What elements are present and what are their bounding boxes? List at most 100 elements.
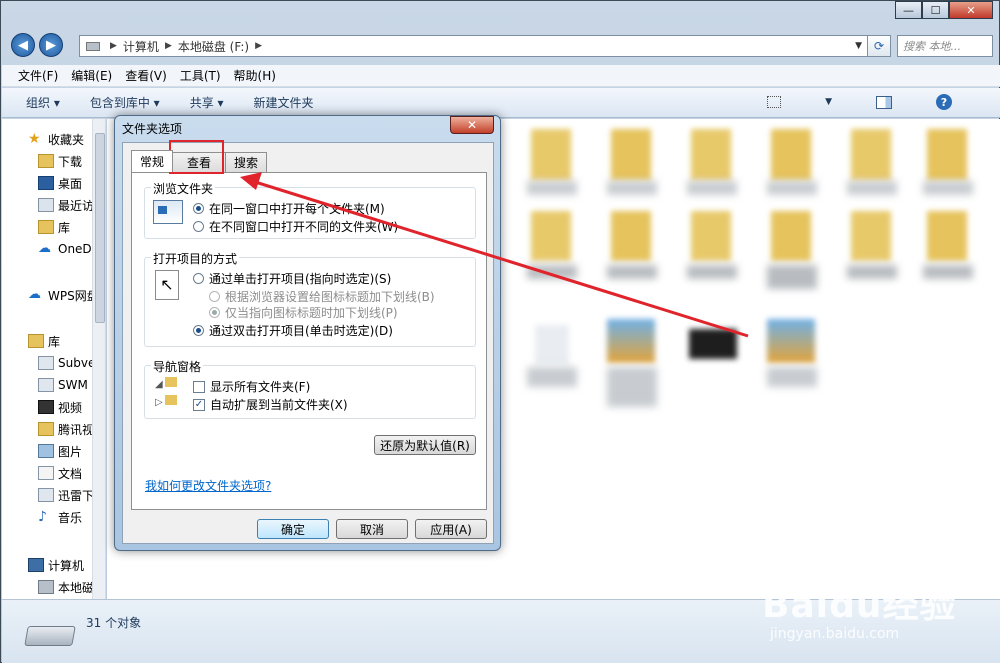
breadcrumb-computer[interactable]: 计算机 bbox=[123, 38, 159, 55]
radio-icon bbox=[193, 273, 204, 284]
folder-icon[interactable] bbox=[531, 211, 571, 261]
item-label bbox=[687, 181, 737, 195]
open-items-label: 打开项目的方式 bbox=[151, 250, 240, 267]
folder-icon bbox=[38, 154, 54, 168]
folder-icon[interactable] bbox=[927, 211, 967, 261]
address-row: ◀ ▶ ▶ 计算机 ▶ 本地磁盘 (F:) ▶ ▼ ⟳ 搜索 本地... bbox=[9, 33, 993, 59]
dropdown-icon[interactable]: ▼ bbox=[855, 41, 862, 51]
item-label bbox=[527, 367, 577, 387]
video-icon bbox=[38, 400, 54, 414]
item-label bbox=[527, 181, 577, 195]
folder-icon[interactable] bbox=[691, 211, 731, 261]
image-thumbnail[interactable] bbox=[607, 319, 655, 363]
help-link[interactable]: 我如何更改文件夹选项? bbox=[145, 477, 271, 494]
picture-icon bbox=[38, 444, 54, 458]
radio-icon bbox=[193, 221, 204, 232]
restore-defaults-button[interactable]: 还原为默认值(R) bbox=[374, 435, 476, 455]
folder-icon[interactable] bbox=[771, 211, 811, 261]
chevron-down-icon[interactable]: ▼ bbox=[825, 97, 832, 107]
dialog-title: 文件夹选项 bbox=[122, 122, 183, 136]
menu-tools[interactable]: 工具(T) bbox=[180, 67, 221, 84]
minimize-button[interactable]: — bbox=[895, 1, 922, 19]
drive-icon bbox=[24, 626, 76, 646]
dialog-close-button[interactable]: ✕ bbox=[450, 116, 494, 134]
document-icon bbox=[38, 466, 54, 480]
folder-icon[interactable] bbox=[611, 211, 651, 261]
show-all-folders-checkbox[interactable]: 显示所有文件夹(F) bbox=[193, 378, 310, 395]
menu-edit[interactable]: 编辑(E) bbox=[71, 67, 112, 84]
item-label bbox=[847, 265, 897, 279]
navigation-pane-group: 导航窗格 ◢ ▷ 显示所有文件夹(F) ✓ 自动扩展到当前文件夹(X) bbox=[144, 358, 476, 419]
scrollbar-thumb[interactable] bbox=[95, 133, 105, 323]
image-thumbnail[interactable] bbox=[767, 319, 815, 363]
new-folder-button[interactable]: 新建文件夹 bbox=[254, 94, 314, 111]
cursor-click-icon: ↖ bbox=[155, 270, 179, 300]
sidebar-scrollbar[interactable] bbox=[92, 119, 105, 599]
cancel-button[interactable]: 取消 bbox=[336, 519, 408, 539]
view-options-icon[interactable] bbox=[767, 96, 782, 108]
organize-button[interactable]: 组织 ▾ bbox=[26, 94, 60, 111]
navigation-pane-label: 导航窗格 bbox=[151, 358, 204, 375]
address-bar[interactable]: ▶ 计算机 ▶ 本地磁盘 (F:) ▶ ▼ bbox=[79, 35, 869, 57]
forward-button[interactable]: ▶ bbox=[39, 33, 63, 57]
auto-expand-checkbox[interactable]: ✓ 自动扩展到当前文件夹(X) bbox=[193, 396, 348, 413]
apply-button[interactable]: 应用(A) bbox=[415, 519, 487, 539]
radio-icon bbox=[209, 291, 220, 302]
underline-browser-radio[interactable]: 根据浏览器设置给图标标题加下划线(B) bbox=[209, 288, 435, 305]
open-new-window-radio[interactable]: 在不同窗口中打开不同的文件夹(W) bbox=[193, 218, 398, 235]
menu-view[interactable]: 查看(V) bbox=[125, 67, 167, 84]
menu-help[interactable]: 帮助(H) bbox=[234, 67, 276, 84]
ok-button[interactable]: 确定 bbox=[257, 519, 329, 539]
tab-general[interactable]: 常规 bbox=[131, 150, 174, 172]
search-input[interactable]: 搜索 本地... bbox=[897, 35, 993, 57]
help-icon[interactable]: ? bbox=[936, 94, 952, 110]
maximize-button[interactable]: ☐ bbox=[922, 1, 949, 19]
browse-folders-icon bbox=[153, 200, 183, 224]
watermark-logo: Baidu经验 bbox=[762, 585, 957, 626]
drive-icon bbox=[38, 580, 54, 594]
checkbox-checked-icon: ✓ bbox=[193, 398, 205, 411]
chevron-right-icon: ▶ bbox=[110, 41, 117, 51]
library-icon bbox=[38, 378, 54, 392]
back-button[interactable]: ◀ bbox=[11, 33, 35, 57]
underline-point-radio[interactable]: 仅当指向图标标题时加下划线(P) bbox=[209, 304, 398, 321]
view-controls: ▼ ? bbox=[767, 94, 982, 110]
chevron-right-icon: ▶ bbox=[255, 41, 262, 51]
folder-icon[interactable] bbox=[611, 129, 651, 181]
folder-icon bbox=[38, 422, 54, 436]
folder-options-dialog: 文件夹选项 ✕ 常规 查看 搜索 浏览文件夹 在同一窗口中打开每个文件夹(M) … bbox=[114, 115, 501, 551]
folder-icon[interactable] bbox=[851, 211, 891, 261]
computer-icon bbox=[28, 558, 44, 572]
library-icon bbox=[28, 334, 44, 348]
share-button[interactable]: 共享 ▾ bbox=[190, 94, 224, 111]
command-bar: 组织 ▾ 包含到库中 ▾ 共享 ▾ 新建文件夹 ▼ ? bbox=[2, 88, 1000, 118]
preview-pane-icon[interactable] bbox=[876, 95, 892, 109]
single-click-radio[interactable]: 通过单击打开项目(指向时选定)(S) bbox=[193, 270, 391, 287]
view-tab-highlight bbox=[169, 140, 224, 174]
refresh-button[interactable]: ⟳ bbox=[867, 35, 891, 57]
item-label bbox=[923, 181, 973, 195]
library-icon bbox=[38, 220, 54, 234]
folder-icon[interactable] bbox=[691, 129, 731, 181]
desktop-icon bbox=[38, 176, 54, 190]
folder-icon[interactable] bbox=[927, 129, 967, 181]
item-label bbox=[767, 367, 817, 387]
open-same-window-radio[interactable]: 在同一窗口中打开每个文件夹(M) bbox=[193, 200, 385, 217]
close-button[interactable]: ✕ bbox=[949, 1, 993, 19]
image-thumbnail[interactable] bbox=[689, 329, 737, 359]
double-click-radio[interactable]: 通过双击打开项目(单击时选定)(D) bbox=[193, 322, 393, 339]
folder-icon[interactable] bbox=[531, 129, 571, 181]
folder-icon[interactable] bbox=[771, 129, 811, 181]
menu-file[interactable]: 文件(F) bbox=[18, 67, 58, 84]
include-in-library-button[interactable]: 包含到库中 ▾ bbox=[90, 94, 160, 111]
drive-icon bbox=[86, 41, 100, 51]
general-tab-pane: 浏览文件夹 在同一窗口中打开每个文件夹(M) 在不同窗口中打开不同的文件夹(W)… bbox=[131, 172, 487, 510]
dialog-body: 常规 查看 搜索 浏览文件夹 在同一窗口中打开每个文件夹(M) 在不同窗口中打开… bbox=[122, 142, 494, 544]
breadcrumb-drive[interactable]: 本地磁盘 (F:) bbox=[178, 38, 249, 55]
tab-search[interactable]: 搜索 bbox=[225, 152, 268, 172]
file-icon[interactable] bbox=[535, 325, 569, 365]
baidu-watermark: Baidu经验 jingyan.baidu.com bbox=[762, 576, 956, 642]
item-label bbox=[607, 181, 657, 195]
folder-icon[interactable] bbox=[851, 129, 891, 181]
checkbox-icon bbox=[193, 380, 205, 393]
